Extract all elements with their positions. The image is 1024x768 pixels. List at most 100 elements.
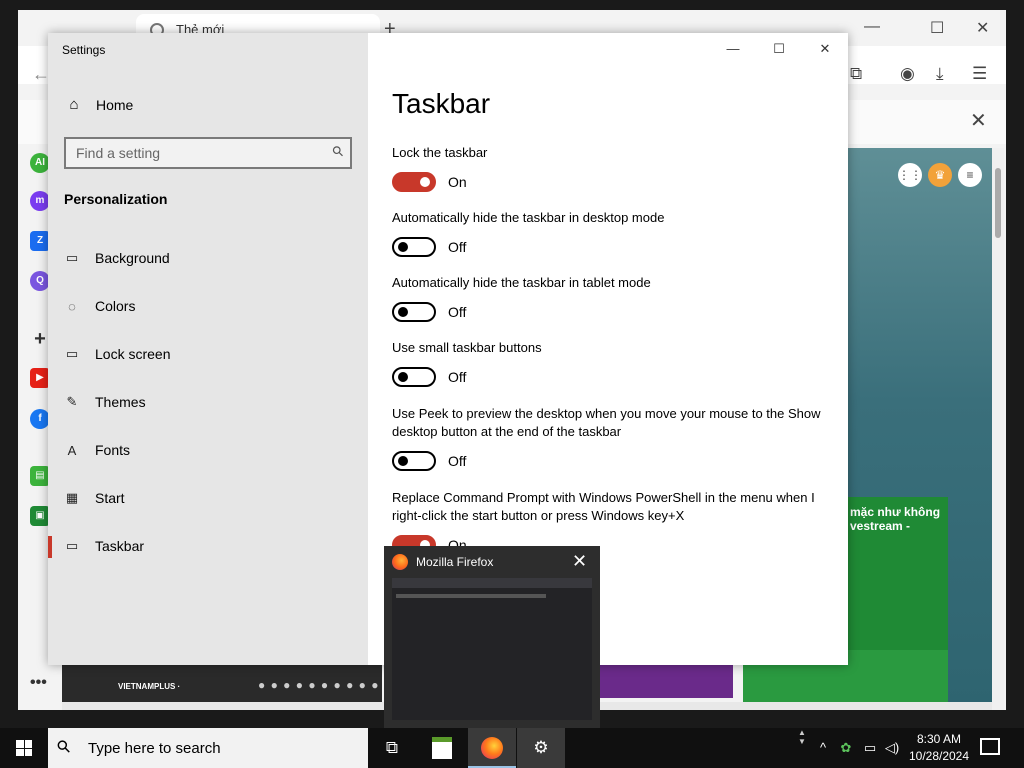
setting-label: Replace Command Prompt with Windows Powe… bbox=[392, 490, 815, 523]
task-view-button[interactable]: ⧉ bbox=[368, 728, 416, 768]
youtube-icon[interactable]: ▶ bbox=[30, 368, 50, 388]
taskbar-scroll[interactable]: ▲ ▼ bbox=[794, 728, 810, 768]
sheet-app-icon[interactable]: ▤ bbox=[30, 466, 50, 486]
carousel-dots[interactable]: ● ● ● ● ● ● ● ● ● ● ● bbox=[258, 678, 392, 692]
firefox-taskbar-button[interactable] bbox=[468, 728, 516, 768]
sidebar-item-colors[interactable]: ◌ Colors bbox=[48, 286, 368, 326]
news-logo: VIETNAMPLUS · bbox=[118, 682, 181, 691]
infobar-close-icon[interactable]: ✕ bbox=[970, 108, 987, 133]
network-icon[interactable]: ▭ bbox=[860, 728, 880, 768]
grid-icon[interactable]: ⋮⋮ bbox=[898, 163, 922, 187]
section-title: Personalization bbox=[64, 191, 168, 207]
autohide-tablet-toggle[interactable] bbox=[392, 302, 436, 322]
settings-taskbar-button[interactable]: ⚙ bbox=[517, 728, 565, 768]
browser-close-icon[interactable]: ✕ bbox=[976, 18, 989, 38]
window-title: Settings bbox=[62, 43, 106, 57]
browser-minimize-icon[interactable]: — bbox=[864, 18, 880, 36]
clock-time: 8:30 AM bbox=[916, 732, 962, 746]
page-title: Taskbar bbox=[392, 88, 491, 119]
extensions-icon[interactable]: ⧉ bbox=[850, 64, 862, 84]
setting-autohide-desktop: Automatically hide the taskbar in deskto… bbox=[392, 209, 832, 257]
firefox-icon bbox=[481, 737, 503, 759]
search-icon: ⚲ bbox=[52, 735, 75, 758]
nav-home[interactable]: ⌂ Home bbox=[64, 96, 133, 113]
firefox-icon bbox=[392, 554, 408, 570]
palette-icon: ◌ bbox=[68, 298, 76, 314]
sidebar-item-label: Lock screen bbox=[95, 346, 171, 362]
sidebar-item-themes[interactable]: ✎ Themes bbox=[48, 382, 368, 422]
lock-taskbar-toggle[interactable] bbox=[392, 172, 436, 192]
zalo-icon[interactable]: Z bbox=[30, 231, 50, 251]
find-setting-placeholder: Find a setting bbox=[76, 145, 161, 161]
search-icon: ⚲ bbox=[328, 141, 347, 161]
preview-thumbnail[interactable] bbox=[392, 578, 592, 720]
settings-sliders-icon[interactable]: ≡ bbox=[958, 163, 982, 187]
autohide-desktop-toggle[interactable] bbox=[392, 237, 436, 257]
home-icon: ⌂ bbox=[69, 96, 79, 113]
browser-scrollbar[interactable] bbox=[992, 148, 1004, 710]
toggle-state: Off bbox=[448, 453, 467, 469]
small-buttons-toggle[interactable] bbox=[392, 367, 436, 387]
start-icon: ▦ bbox=[65, 490, 79, 505]
setting-peek: Use Peek to preview the desktop when you… bbox=[392, 405, 832, 471]
green-app-icon[interactable]: ▣ bbox=[30, 506, 50, 526]
notepad-taskbar-button[interactable] bbox=[418, 728, 466, 768]
search-app-icon[interactable]: Q bbox=[30, 271, 50, 291]
more-icon[interactable]: ••• bbox=[30, 674, 47, 692]
sidebar-item-label: Taskbar bbox=[95, 538, 145, 554]
messenger-icon[interactable]: m bbox=[30, 191, 50, 211]
scrollbar-thumb[interactable] bbox=[995, 168, 1001, 238]
windows-logo-icon bbox=[16, 740, 32, 756]
ai-icon[interactable]: AI bbox=[30, 153, 50, 173]
preview-close-icon[interactable]: ✕ bbox=[572, 551, 587, 572]
firefox-thumbnail-preview[interactable]: Mozilla Firefox ✕ bbox=[384, 546, 600, 728]
notepad-icon bbox=[432, 737, 452, 759]
account-icon[interactable]: ◉ bbox=[900, 64, 915, 84]
setting-label: Use small taskbar buttons bbox=[392, 340, 542, 355]
browser-maximize-icon[interactable]: ☐ bbox=[930, 18, 944, 38]
app-tray-icon[interactable]: ✿ bbox=[836, 728, 856, 768]
download-icon[interactable]: ⤓ bbox=[936, 64, 944, 84]
notification-icon[interactable] bbox=[980, 738, 1000, 755]
add-icon[interactable]: + bbox=[30, 329, 50, 349]
sidebar-item-taskbar[interactable]: ▭ Taskbar bbox=[48, 526, 368, 566]
sidebar-item-label: Start bbox=[95, 490, 125, 506]
sidebar-item-label: Colors bbox=[95, 298, 136, 314]
taskbar-clock[interactable]: 8:30 AM 10/28/2024 bbox=[904, 731, 974, 765]
volume-icon[interactable]: ◁) bbox=[882, 728, 902, 768]
toggle-state: Off bbox=[448, 239, 467, 255]
sidebar-item-label: Fonts bbox=[95, 442, 131, 458]
sidebar-item-label: Background bbox=[95, 250, 170, 266]
menu-icon[interactable]: ☰ bbox=[972, 64, 987, 84]
setting-label: Automatically hide the taskbar in tablet… bbox=[392, 275, 651, 290]
toggle-state: Off bbox=[448, 369, 467, 385]
preview-title: Mozilla Firefox bbox=[416, 555, 494, 569]
picture-icon: ▭ bbox=[65, 250, 79, 265]
media-thumbnail[interactable] bbox=[598, 662, 733, 698]
show-hidden-icons[interactable]: ^ bbox=[814, 728, 832, 768]
sidebar-item-label: Themes bbox=[95, 394, 146, 410]
sidebar-item-background[interactable]: ▭ Background bbox=[48, 238, 368, 278]
clock-date: 10/28/2024 bbox=[908, 749, 970, 763]
find-setting-input[interactable]: Find a setting ⚲ bbox=[64, 137, 352, 169]
video-card-text: mặc như không vestream - bbox=[850, 505, 941, 533]
start-button[interactable] bbox=[0, 728, 48, 768]
sidebar-item-lock-screen[interactable]: ▭ Lock screen bbox=[48, 334, 368, 374]
video-card[interactable]: mặc như không vestream - bbox=[844, 497, 948, 657]
facebook-icon[interactable]: f bbox=[30, 409, 50, 429]
setting-label: Lock the taskbar bbox=[392, 145, 488, 160]
sidebar-item-fonts[interactable]: A Fonts bbox=[48, 430, 368, 470]
taskbar-search-placeholder: Type here to search bbox=[88, 740, 221, 757]
toggle-state: Off bbox=[448, 304, 467, 320]
taskbar-search-box[interactable]: ⚲ Type here to search bbox=[48, 728, 368, 768]
setting-label: Use Peek to preview the desktop when you… bbox=[392, 406, 821, 439]
peek-toggle[interactable] bbox=[392, 451, 436, 471]
crown-icon[interactable]: ♛ bbox=[928, 163, 952, 187]
toggle-state: On bbox=[448, 174, 467, 190]
taskbar-icon: ▭ bbox=[65, 538, 79, 553]
nav-home-label: Home bbox=[96, 96, 134, 113]
setting-autohide-tablet: Automatically hide the taskbar in tablet… bbox=[392, 274, 832, 322]
settings-nav-pane: Settings ⌂ Home Find a setting ⚲ Persona… bbox=[48, 33, 368, 665]
themes-icon: ✎ bbox=[66, 394, 78, 409]
sidebar-item-start[interactable]: ▦ Start bbox=[48, 478, 368, 518]
